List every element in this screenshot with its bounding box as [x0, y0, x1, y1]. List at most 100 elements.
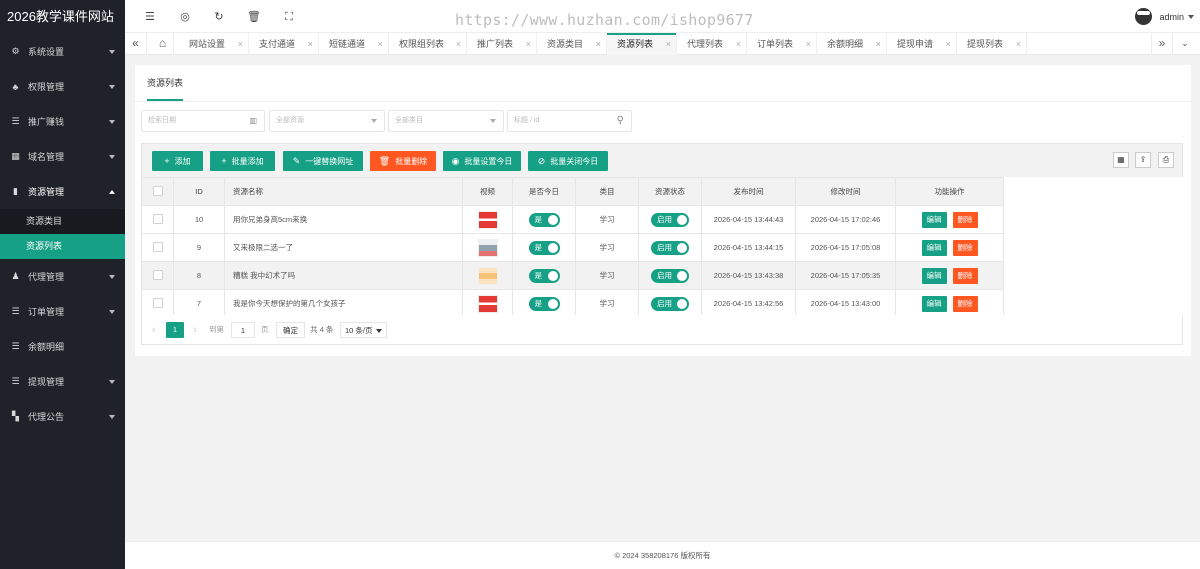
next-page-icon[interactable]: ›: [193, 322, 197, 338]
column-header-category: 类目: [575, 177, 639, 206]
title-search-input[interactable]: 标题 / id ⚲: [507, 110, 632, 132]
refresh-icon[interactable]: ↻: [212, 10, 226, 24]
sidebar-item-announcement[interactable]: ▚ 代理公告: [0, 399, 125, 434]
close-icon[interactable]: ×: [456, 33, 461, 55]
page-jump-input[interactable]: 1: [231, 322, 255, 338]
batch-delete-button[interactable]: 🗑 批量删除: [370, 151, 436, 171]
sidebar-item-promotion[interactable]: ☰ 推广赚钱: [0, 104, 125, 139]
checkbox[interactable]: [152, 241, 163, 252]
tabs-scroll-left-icon[interactable]: «: [125, 33, 147, 55]
date-filter-input[interactable]: 检索日期 ▥: [141, 110, 265, 132]
tab-promotion-list[interactable]: 推广列表 ×: [467, 33, 537, 55]
trash-icon[interactable]: 🗑: [247, 10, 261, 24]
sidebar-item-withdraw[interactable]: ☰ 提现管理: [0, 364, 125, 399]
search-icon[interactable]: ⚲: [617, 111, 624, 131]
page-jump-confirm-button[interactable]: 确定: [276, 322, 305, 338]
close-icon[interactable]: ×: [946, 33, 951, 55]
tabs-menu-chevron-icon[interactable]: ⌄: [1174, 33, 1196, 55]
row-checkbox[interactable]: [141, 205, 174, 234]
add-button[interactable]: + 添加: [152, 151, 203, 171]
page-current[interactable]: 1: [166, 322, 184, 338]
batch-add-button[interactable]: + 批量添加: [210, 151, 275, 171]
video-thumbnail[interactable]: [477, 210, 498, 229]
delete-button[interactable]: 删除: [952, 267, 978, 284]
export-icon[interactable]: ⇪: [1135, 152, 1151, 168]
tab-resource-list[interactable]: 资源列表 ×: [607, 33, 677, 55]
tab-resource-category[interactable]: 资源类目 ×: [537, 33, 607, 55]
delete-button[interactable]: 删除: [952, 295, 978, 312]
close-icon[interactable]: ×: [308, 33, 313, 55]
batch-set-today-button[interactable]: ◉ 批量设置今日: [443, 151, 521, 171]
sidebar-item-orders[interactable]: ☰ 订单管理: [0, 294, 125, 329]
close-icon[interactable]: ×: [666, 33, 671, 55]
video-thumbnail[interactable]: [477, 294, 498, 313]
sidebar-subitem-resource-category[interactable]: 资源类目: [0, 209, 125, 234]
sidebar-subitem-resource-list[interactable]: 资源列表: [0, 234, 125, 259]
today-toggle[interactable]: 是: [528, 240, 560, 255]
tab-shortlink-channel[interactable]: 短链通道 ×: [319, 33, 389, 55]
close-icon[interactable]: ×: [1016, 33, 1021, 55]
globe-icon[interactable]: ◎: [178, 10, 192, 24]
sidebar-item-resources[interactable]: ▮ 资源管理: [0, 174, 125, 209]
sidebar-item-system-settings[interactable]: ⚙ 系统设置: [0, 34, 125, 69]
sidebar-item-balance[interactable]: ☰ 余额明细: [0, 329, 125, 364]
close-icon[interactable]: ×: [806, 33, 811, 55]
tabs-scroll-right-icon[interactable]: »: [1151, 33, 1173, 55]
status-toggle[interactable]: 启用: [651, 268, 689, 283]
tab-withdraw-apply[interactable]: 提现申请 ×: [887, 33, 957, 55]
tab-permission-groups[interactable]: 权限组列表 ×: [389, 33, 467, 55]
edit-button[interactable]: 编辑: [921, 239, 947, 256]
close-icon[interactable]: ×: [238, 33, 243, 55]
tab-agent-list[interactable]: 代理列表 ×: [677, 33, 747, 55]
column-header-id[interactable]: ID: [173, 177, 225, 206]
status-toggle[interactable]: 启用: [651, 212, 689, 227]
fullscreen-icon[interactable]: ⛶: [282, 10, 296, 24]
prev-page-icon[interactable]: ‹: [152, 322, 156, 338]
row-checkbox[interactable]: [141, 233, 174, 262]
today-toggle[interactable]: 是: [528, 268, 560, 283]
today-toggle[interactable]: 是: [528, 296, 560, 311]
tab-withdraw-list[interactable]: 提现列表 ×: [957, 33, 1027, 55]
menu-toggle-icon[interactable]: ☰: [143, 10, 157, 24]
close-icon[interactable]: ×: [378, 33, 383, 55]
home-icon[interactable]: ⌂: [152, 33, 174, 55]
row-checkbox[interactable]: [141, 261, 174, 290]
video-thumbnail[interactable]: [477, 238, 498, 257]
video-thumbnail[interactable]: [477, 266, 498, 285]
subtab-resource-list[interactable]: 资源列表: [147, 65, 184, 101]
sidebar-item-permissions[interactable]: ♣ 权限管理: [0, 69, 125, 104]
today-toggle[interactable]: 是: [528, 212, 560, 227]
delete-button[interactable]: 删除: [952, 211, 978, 228]
resource-select[interactable]: 全部资源: [269, 110, 385, 132]
close-icon[interactable]: ×: [526, 33, 531, 55]
checkbox[interactable]: [152, 213, 163, 224]
tab-balance-detail[interactable]: 余额明细 ×: [817, 33, 887, 55]
column-header-name[interactable]: 资源名称: [224, 177, 463, 206]
checkbox[interactable]: [152, 269, 163, 280]
tab-order-list[interactable]: 订单列表 ×: [747, 33, 817, 55]
delete-button[interactable]: 删除: [952, 239, 978, 256]
page-size-select[interactable]: 10 条/页: [340, 322, 387, 338]
columns-filter-icon[interactable]: ▦: [1113, 152, 1129, 168]
status-toggle[interactable]: 启用: [651, 296, 689, 311]
edit-button[interactable]: 编辑: [921, 295, 947, 312]
user-menu[interactable]: admin: [1135, 8, 1194, 25]
row-checkbox[interactable]: [141, 289, 174, 318]
checkbox[interactable]: [152, 297, 163, 308]
category-select[interactable]: 全部类目: [388, 110, 504, 132]
edit-button[interactable]: 编辑: [921, 211, 947, 228]
select-all-checkbox[interactable]: [141, 177, 174, 206]
close-icon[interactable]: ×: [736, 33, 741, 55]
checkbox[interactable]: [152, 185, 163, 196]
edit-button[interactable]: 编辑: [921, 267, 947, 284]
replace-url-button[interactable]: ✎ 一键替换网址: [283, 151, 363, 171]
print-icon[interactable]: ⎙: [1158, 152, 1174, 168]
close-icon[interactable]: ×: [596, 33, 601, 55]
tab-payment-channel[interactable]: 支付通道 ×: [249, 33, 319, 55]
tab-site-settings[interactable]: 网站设置 ×: [179, 33, 249, 55]
close-icon[interactable]: ×: [876, 33, 881, 55]
status-toggle[interactable]: 启用: [651, 240, 689, 255]
sidebar-item-domains[interactable]: ▦ 域名管理: [0, 139, 125, 174]
sidebar-item-agents[interactable]: ♟ 代理管理: [0, 259, 125, 294]
batch-close-today-button[interactable]: ⊘ 批量关闭今日: [528, 151, 608, 171]
